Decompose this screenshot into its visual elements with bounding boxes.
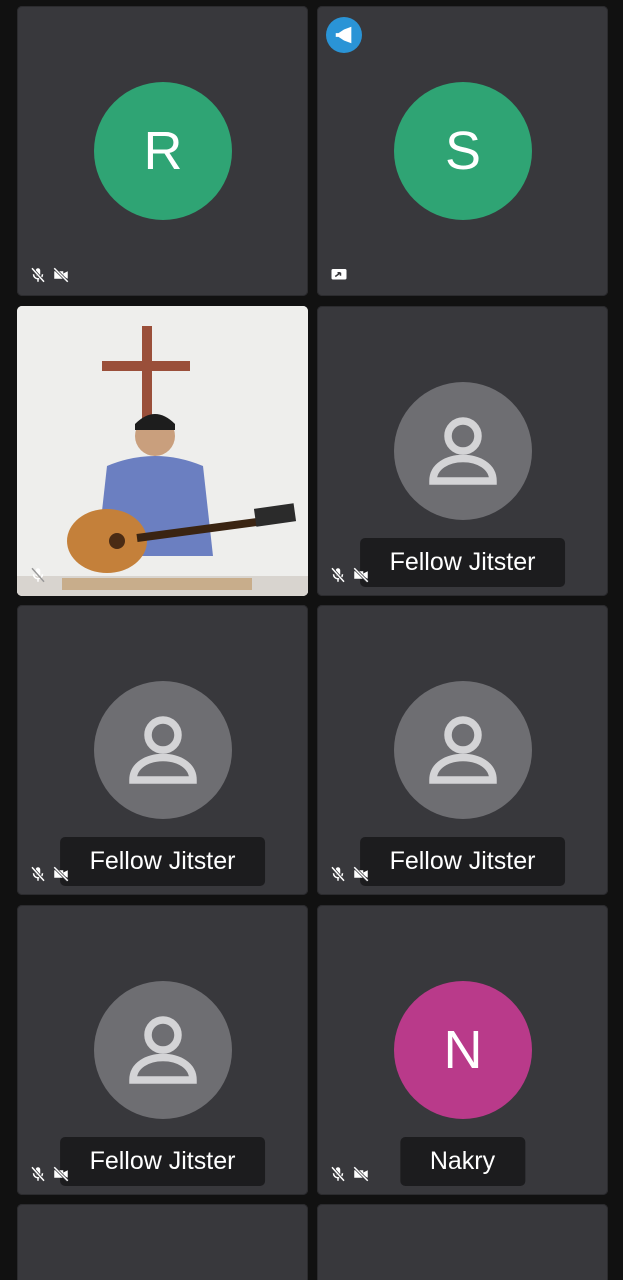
display-name: Nakry (399, 1137, 526, 1186)
mic-off-icon (329, 566, 347, 584)
participant-tile-video[interactable] (17, 306, 308, 596)
participant-tile-fellow-jitster[interactable]: Fellow Jitster (317, 605, 608, 895)
mic-off-icon (29, 865, 47, 883)
mic-off-icon (29, 1165, 47, 1183)
participant-tile-r[interactable]: R (17, 6, 308, 296)
status-icons (29, 1165, 71, 1183)
status-icons (329, 865, 371, 883)
avatar-initial: N (443, 1020, 483, 1080)
status-icons (329, 266, 349, 284)
participant-tile-fellow-jitster[interactable]: Fellow Jitster (17, 905, 308, 1195)
mic-off-icon (29, 566, 47, 584)
person-icon (129, 716, 197, 784)
status-icons (29, 566, 47, 584)
person-icon (129, 1016, 197, 1084)
avatar-default (94, 981, 232, 1119)
participant-grid: R S Fellow Jitster Fellow Jitster Fellow… (0, 0, 623, 1280)
avatar-default (94, 681, 232, 819)
display-name: Fellow Jitster (59, 1137, 266, 1186)
avatar-initial: R (143, 121, 183, 181)
camera-off-icon (351, 1165, 371, 1183)
camera-off-icon (351, 566, 371, 584)
person-icon (429, 417, 497, 485)
mic-off-icon (329, 865, 347, 883)
avatar-default (394, 681, 532, 819)
display-name: Fellow Jitster (359, 538, 566, 587)
avatar-r: R (94, 82, 232, 220)
status-icons (329, 566, 371, 584)
avatar-default (394, 382, 532, 520)
avatar-initial: S (444, 121, 482, 181)
camera-off-icon (51, 1165, 71, 1183)
participant-tile-s[interactable]: S (317, 6, 608, 296)
status-icons (29, 266, 71, 284)
avatar-n: N (394, 981, 532, 1119)
participant-tile-fellow-jitster[interactable]: Fellow Jitster (317, 306, 608, 596)
avatar-s: S (394, 82, 532, 220)
participant-tile-fellow-jitster[interactable]: Fellow Jitster (17, 605, 308, 895)
megaphone-icon (326, 17, 362, 53)
camera-off-icon (51, 266, 71, 284)
status-icons (329, 1165, 371, 1183)
mic-off-icon (29, 266, 47, 284)
participant-tile-partial[interactable] (317, 1204, 608, 1280)
display-name: Fellow Jitster (359, 837, 566, 886)
camera-off-icon (351, 865, 371, 883)
screen-share-icon (329, 266, 349, 284)
participant-tile-partial[interactable] (17, 1204, 308, 1280)
camera-off-icon (51, 865, 71, 883)
mic-off-icon (329, 1165, 347, 1183)
status-icons (29, 865, 71, 883)
participant-video (17, 306, 308, 596)
display-name: Fellow Jitster (59, 837, 266, 886)
person-icon (429, 716, 497, 784)
participant-tile-nakry[interactable]: N Nakry (317, 905, 608, 1195)
